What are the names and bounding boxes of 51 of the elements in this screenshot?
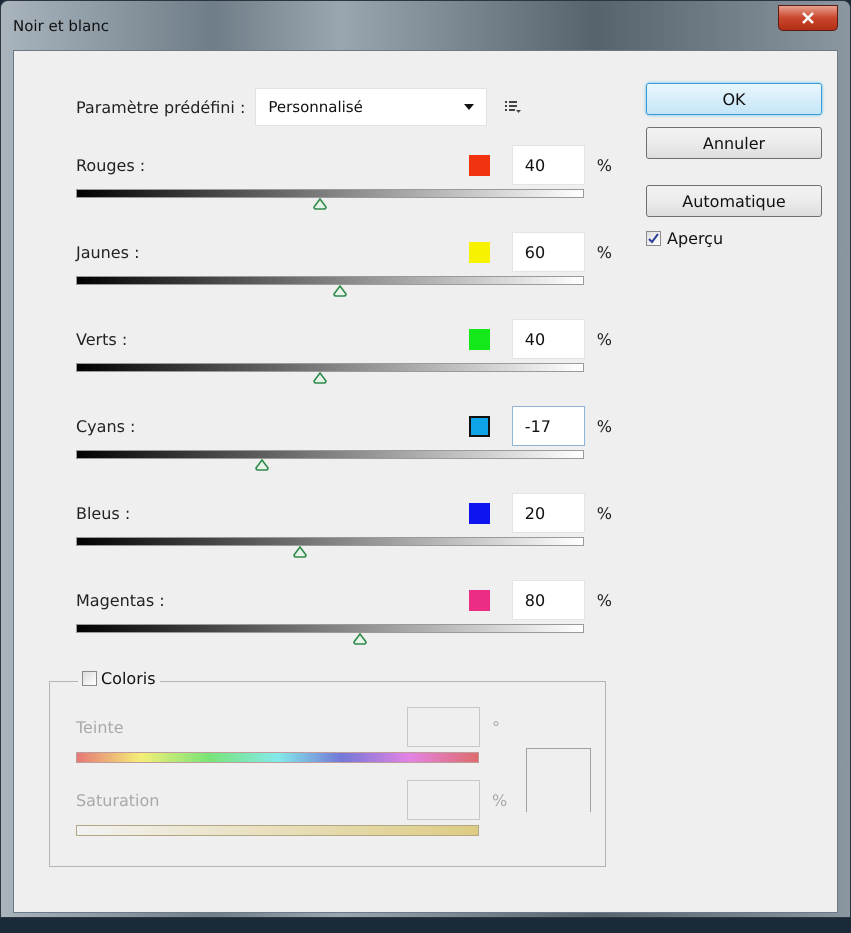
checkbox[interactable] [82,671,97,686]
slider[interactable] [76,189,584,213]
channel-label: Bleus : [76,504,130,522]
slider-thumb[interactable] [332,285,348,297]
percent-field[interactable]: 60 [512,232,585,272]
unit-label: % [596,330,612,348]
unit-label: % [596,156,612,174]
preset-label: Paramètre prédéfini : [76,98,246,116]
channel-label: Cyans : [76,416,136,436]
unit-label: % [596,242,612,262]
dropdown-caret-icon [464,104,474,110]
unit-label: % [596,416,612,436]
colorize-checkbox[interactable]: Coloris [78,669,160,688]
channel-label: Rouges : [76,156,146,174]
channel-label: Jaunes : [76,242,140,262]
channel-label: Verts : [76,330,128,348]
slider-thumb[interactable] [254,459,270,471]
slider-thumb[interactable] [352,633,368,645]
unit-label: % [596,590,612,610]
list-menu-icon[interactable] [505,100,522,114]
saturation-label: Saturation [76,790,160,810]
slider[interactable] [76,363,584,387]
percent-field[interactable]: -17 [512,406,585,446]
color-preview [526,748,591,812]
slider[interactable] [76,450,584,474]
slider[interactable] [76,537,584,561]
slider[interactable] [76,624,584,648]
saturation-field[interactable] [407,780,480,820]
dialog-button[interactable]: Annuler [646,127,822,159]
degree-label: ° [492,718,501,736]
percent-field[interactable]: 20 [512,493,585,533]
hue-field[interactable] [407,707,480,747]
window-title: Noir et blanc [13,16,110,34]
close-button[interactable] [778,4,838,30]
channel-label: Magentas : [76,590,165,610]
percent-field[interactable]: 80 [512,580,585,620]
preset-dropdown[interactable]: Personnalisé [255,88,488,126]
preview-checkbox[interactable]: Aperçu [646,229,822,248]
unit-label: % [596,504,612,522]
slider-thumb[interactable] [312,198,328,210]
percent-label: % [492,790,506,810]
close-icon [801,12,815,24]
slider[interactable] [76,276,584,300]
hue-label: Teinte [76,718,124,736]
dialog-button[interactable]: Automatique [646,185,822,217]
percent-field[interactable]: 40 [512,319,585,359]
dialog-button[interactable]: OK [646,83,822,115]
checkbox[interactable] [646,231,661,246]
percent-field[interactable]: 40 [512,145,585,185]
slider-thumb[interactable] [292,546,308,558]
slider-thumb[interactable] [312,372,328,384]
